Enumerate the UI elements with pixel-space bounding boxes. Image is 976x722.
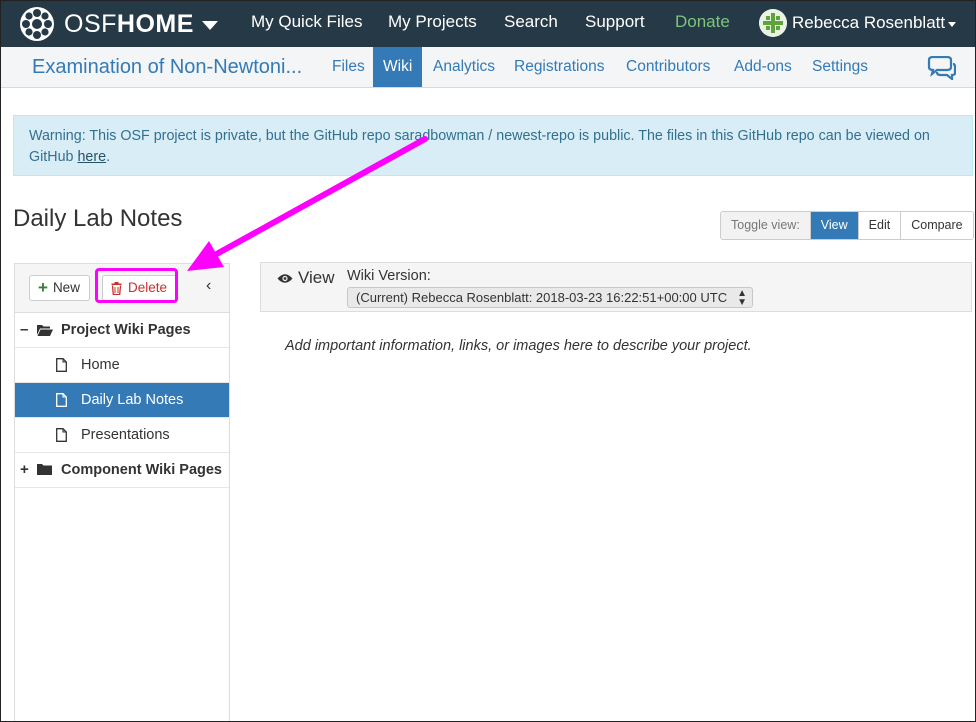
tab-settings[interactable]: Settings (802, 47, 878, 87)
wiki-version-label: Wiki Version: (347, 268, 431, 284)
warning-text-end: . (106, 149, 111, 165)
compare-toggle-button[interactable]: Compare (901, 212, 973, 239)
user-menu[interactable]: Rebecca Rosenblatt (759, 7, 957, 39)
selected-version-text: (Current) Rebecca Rosenblatt: 2018-03-23… (356, 290, 728, 305)
top-navbar: OSF HOME My Quick Files My Projects Searc… (1, 1, 975, 47)
nav-my-projects[interactable]: My Projects (388, 12, 477, 32)
warning-text: Warning: This OSF project is private, bu… (29, 128, 930, 165)
brand-osf-text: OSF (64, 9, 117, 38)
tab-wiki[interactable]: Wiki (373, 47, 423, 87)
annotation-highlight-box (95, 268, 178, 303)
tree-label: Presentations (81, 427, 170, 443)
edit-toggle-button[interactable]: Edit (858, 212, 902, 239)
github-here-link[interactable]: here (77, 149, 106, 165)
tree-label: Home (81, 357, 120, 373)
tab-files[interactable]: Files (322, 47, 375, 87)
brand-home-text: HOME (116, 9, 194, 38)
wiki-view-panel-header: View Wiki Version: (Current) Rebecca Ros… (260, 262, 972, 312)
new-label: New (52, 280, 80, 295)
page-title: Daily Lab Notes (13, 205, 183, 232)
github-privacy-warning: Warning: This OSF project is private, bu… (13, 115, 973, 176)
tree-folder-project-wiki-pages[interactable]: – Project Wiki Pages (15, 313, 229, 348)
osf-logo-icon (20, 7, 54, 41)
tree-page-daily-lab-notes[interactable]: Daily Lab Notes (15, 383, 229, 418)
tab-add-ons[interactable]: Add-ons (724, 47, 802, 87)
nav-my-quick-files[interactable]: My Quick Files (251, 12, 362, 32)
project-title[interactable]: Examination of Non-Newtoni... (32, 56, 302, 79)
tree-label: Component Wiki Pages (61, 462, 223, 478)
tree-label: Daily Lab Notes (81, 392, 184, 408)
toggle-view-label: Toggle view: (721, 212, 811, 239)
tab-registrations[interactable]: Registrations (504, 47, 614, 87)
tree-folder-component-wiki-pages[interactable]: + Component Wiki Pages (15, 453, 229, 488)
select-arrows-icon: ▲ ▼ (737, 288, 747, 308)
tab-analytics[interactable]: Analytics (423, 47, 505, 87)
nav-search[interactable]: Search (504, 12, 558, 32)
tree-page-home[interactable]: Home (15, 348, 229, 383)
plus-icon: + (38, 278, 48, 297)
view-toggle-button[interactable]: View (810, 212, 859, 239)
user-caret-down-icon (948, 22, 957, 27)
tree-page-presentations[interactable]: Presentations (15, 418, 229, 453)
wiki-version-select[interactable]: (Current) Rebecca Rosenblatt: 2018-03-23… (347, 287, 753, 308)
avatar (759, 9, 787, 37)
view-title-text: View (298, 268, 335, 287)
tree-label: Project Wiki Pages (61, 322, 191, 338)
page-frame: OSF HOME My Quick Files My Projects Searc… (0, 0, 976, 722)
project-navbar: Examination of Non-Newtoni... Files Wiki… (1, 47, 975, 88)
expand-toggle-icon[interactable]: + (20, 453, 30, 487)
user-name: Rebecca Rosenblatt (792, 13, 946, 32)
toggle-view-group: Toggle view: View Edit Compare (720, 211, 974, 240)
comments-icon[interactable] (926, 56, 956, 80)
folder-icon (37, 464, 52, 475)
osf-home-brand[interactable]: OSF HOME (19, 4, 218, 44)
view-title: View (277, 268, 335, 288)
collapse-toggle-icon[interactable]: – (20, 313, 30, 347)
tab-contributors[interactable]: Contributors (616, 47, 720, 87)
nav-donate[interactable]: Donate (675, 12, 730, 32)
wiki-content-placeholder: Add important information, links, or ima… (285, 338, 752, 354)
wiki-sidebar: + New Delete ‹ – Project Wiki Pages Home… (14, 263, 230, 721)
collapse-sidebar-chevron-icon[interactable]: ‹ (206, 277, 211, 295)
eye-icon (277, 273, 293, 283)
folder-open-icon (37, 325, 53, 336)
nav-support[interactable]: Support (585, 12, 645, 32)
new-wiki-button[interactable]: + New (29, 275, 90, 301)
file-icon (56, 393, 67, 407)
file-icon (56, 358, 67, 372)
brand-caret-down-icon (201, 21, 218, 30)
file-icon (56, 428, 67, 442)
